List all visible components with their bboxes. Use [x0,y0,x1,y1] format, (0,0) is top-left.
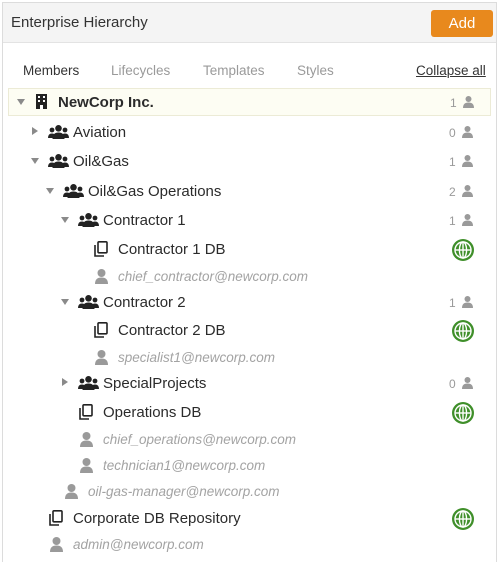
expand-toggle-icon[interactable] [62,378,68,386]
tree-node-technician1[interactable]: technician1@newcorp.com [0,453,493,479]
tree-node-oil-gas-manager[interactable]: oil-gas-manager@newcorp.com [0,479,493,505]
tree-node-label[interactable]: Contractor 1 [103,212,186,229]
group-icon [78,376,99,395]
user-icon [50,537,63,557]
collapse-toggle-icon[interactable] [31,158,39,164]
database-copy-icon [94,322,108,343]
collapse-toggle-icon[interactable] [46,188,54,194]
tree-node-label[interactable]: Operations DB [103,404,201,421]
user-icon [462,376,473,394]
tree-node-contractor-1[interactable]: Contractor 1 1 [0,208,493,234]
tree-node-aviation[interactable]: Aviation 0 [0,120,493,146]
tree-node-label[interactable]: Contractor 1 DB [118,241,226,258]
user-icon [462,184,473,202]
member-count: 1 [449,296,456,310]
tree-node-contractor-2[interactable]: Contractor 2 1 [0,290,493,316]
tree-node-label[interactable]: Oil&Gas Operations [88,183,221,200]
user-icon [80,458,93,478]
globe-icon[interactable] [451,401,475,430]
database-copy-icon [94,241,108,262]
tree-node-oilgas[interactable]: Oil&Gas 1 [0,149,493,175]
database-copy-icon [79,404,93,425]
tree-node-oilgas-operations[interactable]: Oil&Gas Operations 2 [0,179,493,205]
member-count: 1 [450,96,457,110]
tree-node-contractor-1-db[interactable]: Contractor 1 DB [0,237,493,263]
user-icon [95,269,108,289]
user-icon [65,484,78,504]
group-icon [63,184,84,203]
tree-node-corporate-db-repository[interactable]: Corporate DB Repository [0,506,493,532]
database-copy-icon [49,510,63,531]
collapse-toggle-icon[interactable] [61,299,69,305]
tree-node-label[interactable]: Corporate DB Repository [73,510,241,527]
group-icon [78,295,99,314]
expand-toggle-icon[interactable] [32,127,38,135]
tree-node-specialist1[interactable]: specialist1@newcorp.com [0,345,493,371]
tree-node-label[interactable]: Contractor 2 [103,294,186,311]
tree-node-label[interactable]: Contractor 2 DB [118,322,226,339]
tree-node-admin[interactable]: admin@newcorp.com [0,532,493,558]
tree-node-chief-contractor[interactable]: chief_contractor@newcorp.com [0,264,493,290]
collapse-toggle-icon[interactable] [61,217,69,223]
tree-node-label[interactable]: NewCorp Inc. [58,94,154,111]
tree-node-label[interactable]: admin@newcorp.com [73,537,204,552]
tree-node-label[interactable]: Oil&Gas [73,153,129,170]
user-icon [95,350,108,370]
member-count: 2 [449,185,456,199]
globe-icon[interactable] [451,238,475,267]
user-icon [462,125,473,143]
group-icon [48,154,69,173]
tree-node-label[interactable]: SpecialProjects [103,375,206,392]
tree-node-label[interactable]: chief_operations@newcorp.com [103,432,296,447]
user-icon [462,213,473,231]
tree-node-chief-operations[interactable]: chief_operations@newcorp.com [0,427,493,453]
hierarchy-tree: NewCorp Inc. 1 Aviation 0 Oil&Gas 1 Oil&… [0,0,500,562]
group-icon [78,213,99,232]
tree-node-label[interactable]: Aviation [73,124,126,141]
globe-icon[interactable] [451,319,475,348]
tree-node-label[interactable]: chief_contractor@newcorp.com [118,269,308,284]
tree-node-operations-db[interactable]: Operations DB [0,400,493,426]
tree-node-label[interactable]: technician1@newcorp.com [103,458,265,473]
building-icon [35,94,48,114]
member-count: 0 [449,377,456,391]
user-icon [462,154,473,172]
tree-node-specialprojects[interactable]: SpecialProjects 0 [0,371,493,397]
member-count: 1 [449,214,456,228]
tree-node-label[interactable]: oil-gas-manager@newcorp.com [88,484,280,499]
user-icon [463,95,474,113]
group-icon [48,125,69,144]
user-icon [80,432,93,452]
collapse-toggle-icon[interactable] [17,99,25,105]
tree-node-newcorp[interactable]: NewCorp Inc. 1 [8,88,491,116]
tree-node-contractor-2-db[interactable]: Contractor 2 DB [0,318,493,344]
member-count: 1 [449,155,456,169]
user-icon [462,295,473,313]
member-count: 0 [449,126,456,140]
tree-node-label[interactable]: specialist1@newcorp.com [118,350,275,365]
